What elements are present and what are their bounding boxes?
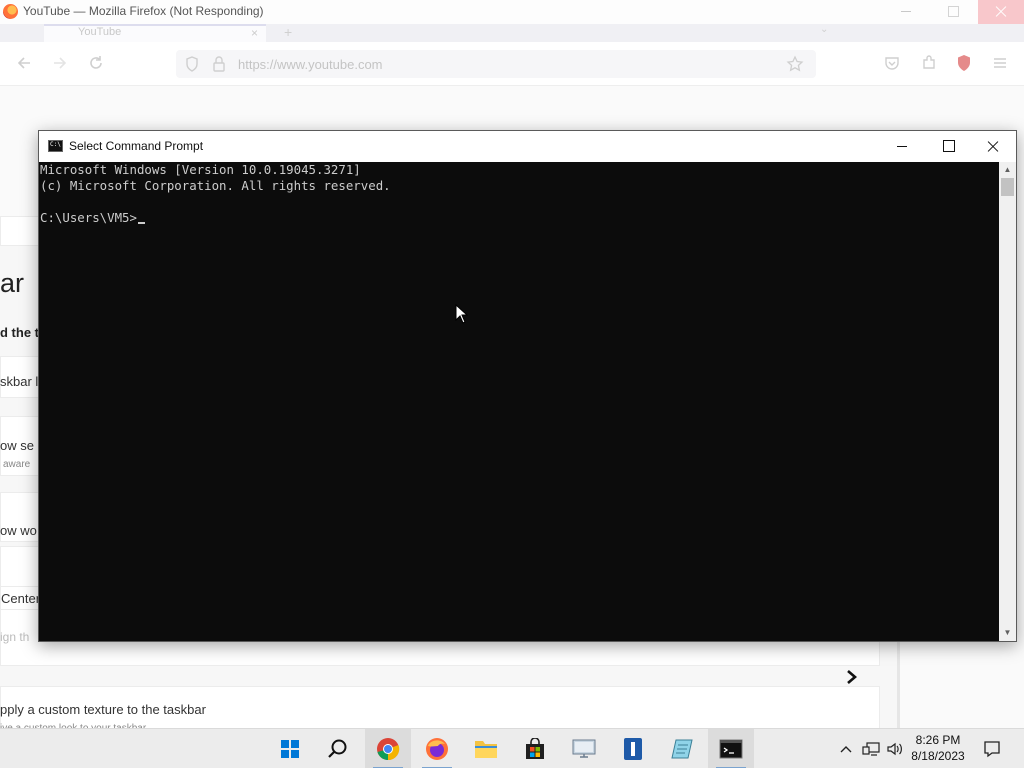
- cmd-minimize-button[interactable]: [879, 131, 925, 162]
- store-icon: [526, 738, 544, 759]
- settings-item-taskbar: skbar l: [0, 374, 39, 389]
- alignment-desc: ign th: [0, 630, 30, 644]
- url-text: https://www.youtube.com: [238, 57, 383, 72]
- alignment-dropdown[interactable]: Center: [0, 586, 40, 610]
- tab-close-icon[interactable]: ×: [251, 26, 258, 40]
- bookmark-star-icon[interactable]: [786, 55, 804, 78]
- blue-app[interactable]: [610, 729, 656, 768]
- tracking-shield-icon[interactable]: [184, 55, 200, 78]
- terminal-app[interactable]: [708, 729, 754, 768]
- monitor-icon: [572, 739, 596, 758]
- settings-item-1-title: ow se: [0, 438, 34, 453]
- clock[interactable]: 8:26 PM 8/18/2023: [905, 732, 971, 764]
- new-tab-button[interactable]: +: [284, 24, 292, 40]
- cmd-app-icon: [48, 140, 63, 152]
- windows-logo-icon: [281, 740, 299, 758]
- tab-youtube[interactable]: YouTube ×: [44, 24, 266, 42]
- command-prompt-window[interactable]: Select Command Prompt Microsoft Windows …: [38, 130, 1017, 642]
- firefox-navbar: https://www.youtube.com: [0, 42, 1024, 86]
- lock-icon[interactable]: [212, 55, 226, 78]
- back-arrow-icon[interactable]: [15, 54, 33, 77]
- volume-button[interactable]: [884, 729, 906, 768]
- settings-heading: ar: [0, 268, 25, 298]
- console-prompt-line[interactable]: C:\Users\VM5>: [40, 210, 145, 226]
- reload-icon[interactable]: [87, 54, 105, 77]
- network-icon: [862, 742, 880, 756]
- terminal-icon: [719, 739, 743, 759]
- menu-icon[interactable]: [991, 54, 1009, 77]
- panel-header-card: [0, 216, 40, 246]
- extensions-icon[interactable]: [920, 54, 938, 77]
- search-button[interactable]: [315, 729, 361, 768]
- desktop: YouTube — Mozilla Firefox (Not Respondin…: [0, 0, 1024, 768]
- search-icon: [328, 739, 347, 758]
- cmd-titlebar[interactable]: Select Command Prompt: [39, 131, 1016, 162]
- action-center-button[interactable]: [980, 729, 1004, 768]
- settings-item-2-title: ow wo: [0, 523, 37, 538]
- chevron-right-icon[interactable]: [845, 668, 859, 692]
- cmd-window-title: Select Command Prompt: [69, 139, 204, 153]
- address-bar[interactable]: https://www.youtube.com: [176, 50, 816, 78]
- scroll-up-arrow-icon[interactable]: ▲: [999, 162, 1016, 178]
- firefox-close-button[interactable]: [978, 0, 1024, 24]
- show-hidden-icons-button[interactable]: [836, 729, 856, 768]
- firefox-app[interactable]: [414, 729, 460, 768]
- alignment-dropdown-value: Center: [1, 591, 41, 606]
- forward-arrow-icon[interactable]: [51, 54, 69, 77]
- pocket-icon[interactable]: [883, 54, 901, 77]
- speaker-icon: [887, 742, 902, 756]
- console-prompt: C:\Users\VM5>: [40, 210, 137, 225]
- folder-icon: [475, 741, 497, 758]
- notification-icon: [984, 741, 1000, 758]
- texture-title: pply a custom texture to the taskbar: [0, 702, 206, 717]
- cmd-close-button[interactable]: [970, 131, 1016, 162]
- network-button[interactable]: [860, 729, 882, 768]
- file-explorer-app[interactable]: [463, 729, 509, 768]
- scroll-down-arrow-icon[interactable]: ▼: [999, 625, 1016, 641]
- firefox-window-title: YouTube — Mozilla Firefox (Not Respondin…: [23, 4, 264, 18]
- notepad-icon: [671, 739, 693, 759]
- chrome-icon: [377, 738, 400, 761]
- settings-item-1-desc: aware: [3, 459, 31, 470]
- cmd-console[interactable]: Microsoft Windows [Version 10.0.19045.32…: [39, 162, 999, 641]
- cmd-maximize-button[interactable]: [925, 131, 971, 162]
- blue-app-icon: [624, 738, 642, 760]
- firefox-tab-strip: YouTube × + ⌄: [0, 24, 1024, 42]
- start-button[interactable]: [267, 729, 313, 768]
- chrome-app[interactable]: [365, 729, 411, 768]
- taskbar: 8:26 PM 8/18/2023: [0, 728, 1024, 768]
- ublock-shield-icon[interactable]: [956, 54, 972, 77]
- scrollbar-thumb[interactable]: [1001, 178, 1014, 196]
- firefox-logo-icon: [3, 4, 18, 19]
- tab-label: YouTube: [78, 26, 122, 38]
- chevron-up-icon: [840, 746, 852, 753]
- text-cursor: [137, 222, 145, 224]
- clock-date: 8/18/2023: [911, 749, 965, 763]
- firefox-titlebar[interactable]: YouTube — Mozilla Firefox (Not Respondin…: [0, 0, 1024, 24]
- list-all-tabs-button[interactable]: ⌄: [820, 24, 828, 35]
- microsoft-store-app[interactable]: [512, 729, 558, 768]
- firefox-minimize-button[interactable]: [884, 0, 930, 24]
- notepad-app[interactable]: [659, 729, 705, 768]
- firefox-icon: [426, 738, 448, 760]
- cmd-scrollbar[interactable]: ▲ ▼: [999, 162, 1016, 641]
- firefox-maximize-button[interactable]: [930, 0, 976, 24]
- mouse-pointer-icon: [455, 304, 469, 324]
- console-line: Microsoft Windows [Version 10.0.19045.32…: [40, 162, 361, 177]
- console-line: (c) Microsoft Corporation. All rights re…: [40, 178, 391, 193]
- clock-time: 8:26 PM: [915, 733, 961, 747]
- remote-desktop-app[interactable]: [561, 729, 607, 768]
